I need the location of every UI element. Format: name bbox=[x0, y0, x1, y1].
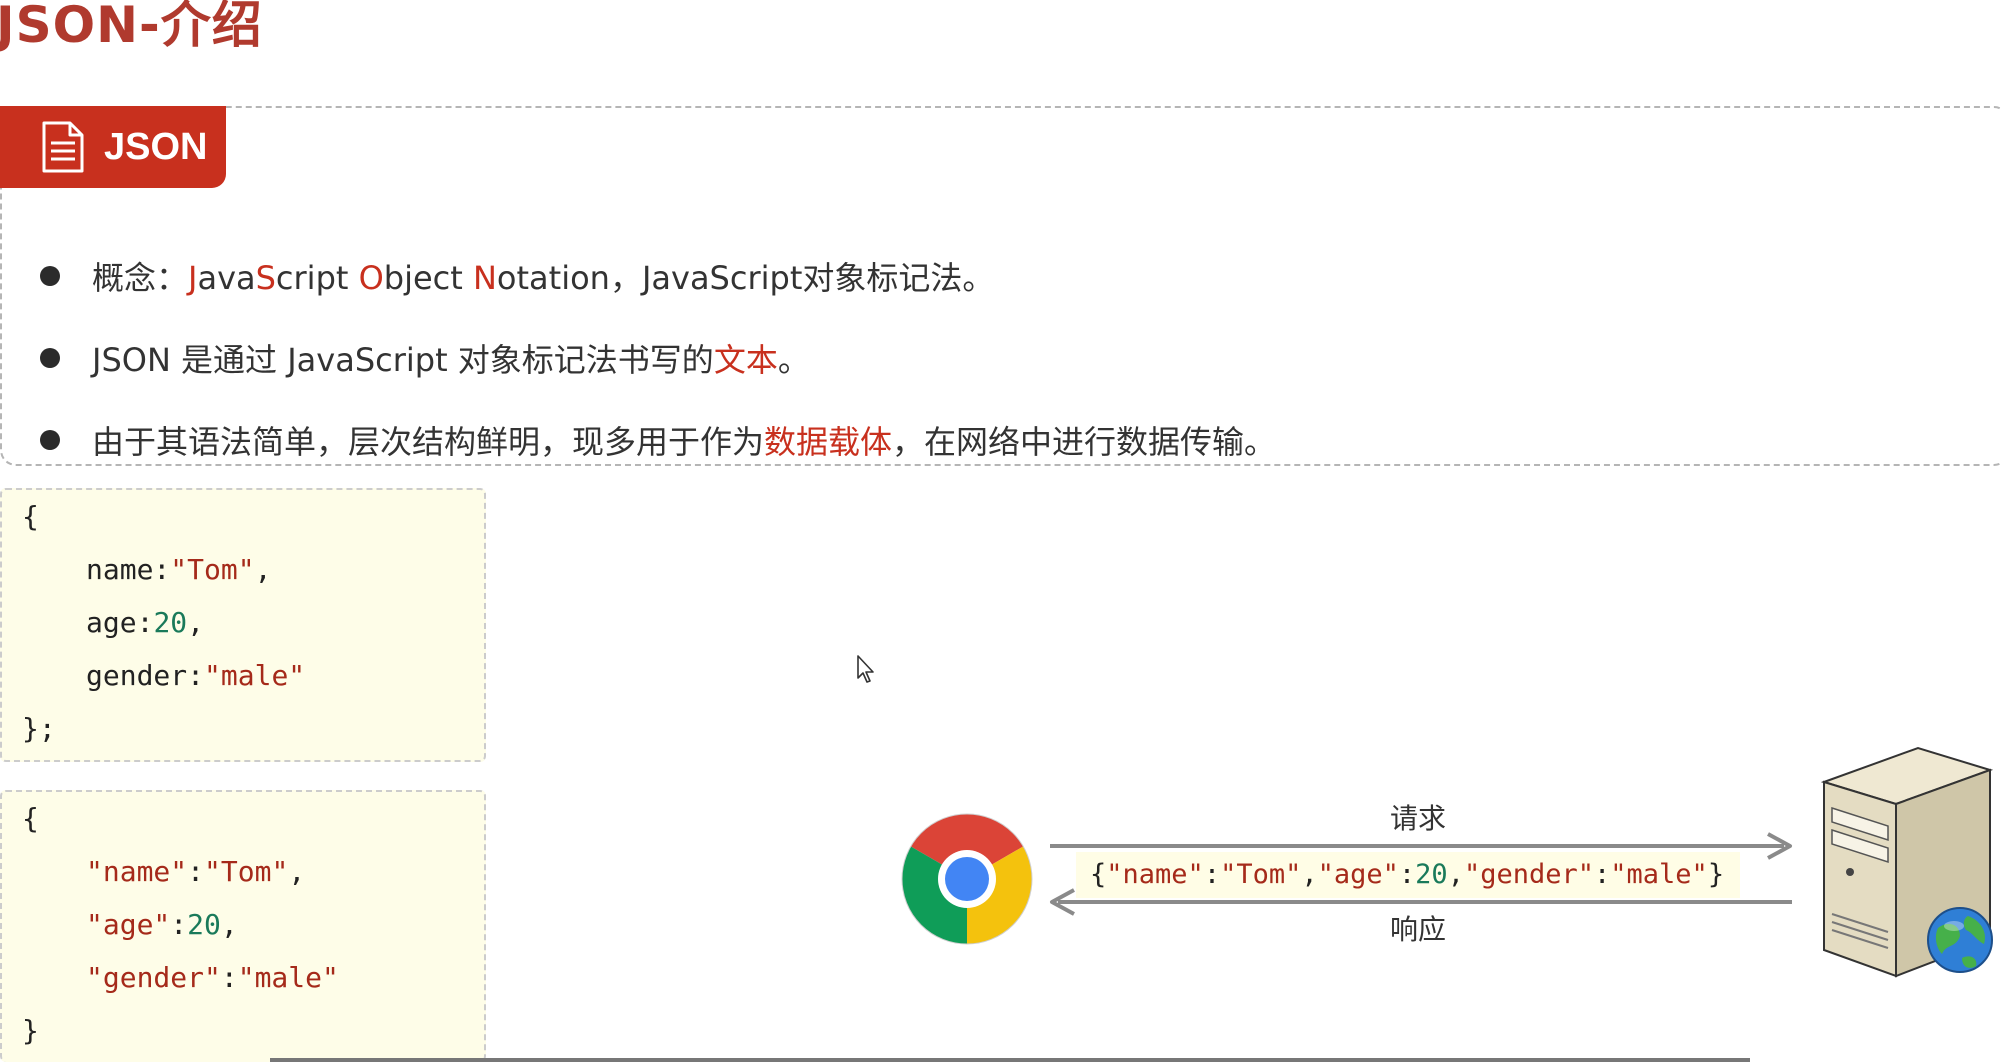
server-icon bbox=[1820, 746, 1994, 978]
document-icon bbox=[42, 121, 84, 173]
section-tag: JSON bbox=[0, 106, 226, 188]
bullet-dot bbox=[40, 348, 60, 368]
bullet-concept: 概念：JavaScript Object Notation，JavaScript… bbox=[40, 235, 1940, 317]
slide: JSON-介绍 JSON 概念：JavaScript Object Notati… bbox=[0, 0, 2002, 1062]
code-line: "gender":"male" bbox=[86, 961, 339, 994]
mouse-cursor-icon bbox=[857, 655, 874, 683]
code-line: { bbox=[22, 500, 39, 533]
bullet-dot bbox=[40, 430, 60, 450]
bottom-divider bbox=[270, 1058, 1750, 1062]
json-code-block: { "name":"Tom", "age":20, "gender":"male… bbox=[0, 790, 486, 1062]
code-line: "name":"Tom", bbox=[86, 855, 306, 888]
page-title: JSON-介绍 bbox=[0, 0, 263, 54]
bullet-list: 概念：JavaScript Object Notation，JavaScript… bbox=[40, 235, 1940, 481]
code-line: { bbox=[22, 802, 39, 835]
code-line: gender:"male" bbox=[86, 659, 306, 692]
bullet-text: 由于其语法简单，层次结构鲜明，现多用于作为数据载体，在网络中进行数据传输。 bbox=[92, 423, 1277, 461]
section-tag-label: JSON bbox=[104, 125, 208, 168]
chrome-icon bbox=[901, 813, 1033, 945]
bullet-text-definition: JSON 是通过 JavaScript 对象标记法书写的文本。 bbox=[40, 317, 1940, 399]
request-label: 请求 bbox=[1390, 802, 1447, 835]
code-line: name:"Tom", bbox=[86, 553, 272, 586]
bullet-dot bbox=[40, 266, 60, 286]
bullet-text: 概念：JavaScript Object Notation，JavaScript… bbox=[92, 259, 995, 297]
bullet-text: JSON 是通过 JavaScript 对象标记法书写的文本。 bbox=[92, 341, 810, 379]
bullet-usage: 由于其语法简单，层次结构鲜明，现多用于作为数据载体，在网络中进行数据传输。 bbox=[40, 399, 1940, 481]
code-line: age:20, bbox=[86, 606, 205, 639]
code-line: "age":20, bbox=[86, 908, 238, 941]
json-string-payload: {"name":"Tom","age":20,"gender":"male"} bbox=[1076, 852, 1740, 898]
js-object-code-block: { name:"Tom", age:20, gender:"male" }; bbox=[0, 488, 486, 762]
code-line: }; bbox=[22, 712, 56, 745]
code-line: } bbox=[22, 1014, 39, 1047]
response-label: 响应 bbox=[1390, 913, 1447, 946]
